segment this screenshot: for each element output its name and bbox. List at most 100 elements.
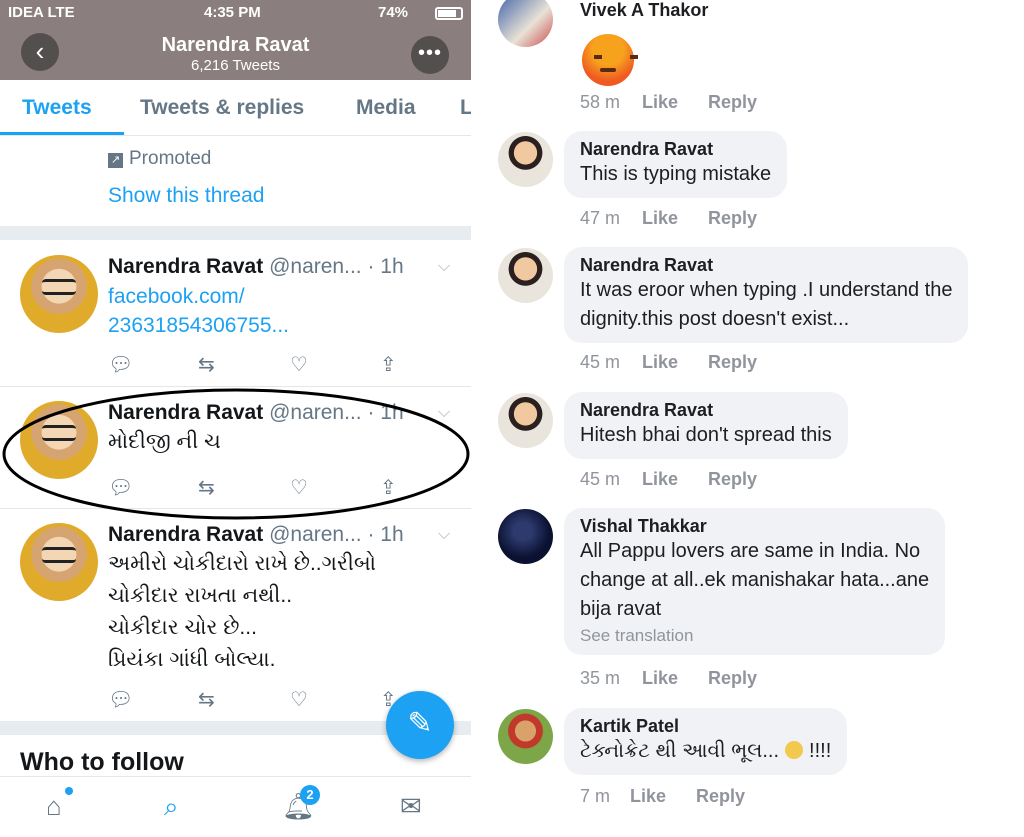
tab-media[interactable]: Media	[356, 96, 416, 120]
tweet[interactable]: Narendra Ravat @naren... · 1h ⌵ મોદીજી ન…	[0, 387, 471, 508]
comment-text: bija ravat	[580, 598, 662, 620]
confused-face-icon	[785, 741, 804, 759]
tweet-text: ચોકીદાર રાખતા નથી..	[108, 584, 293, 607]
avatar[interactable]	[498, 0, 553, 47]
chevron-down-icon[interactable]: ⌵	[438, 526, 450, 544]
like-button[interactable]: Like	[642, 208, 708, 229]
avatar[interactable]	[20, 401, 98, 479]
retweet-icon[interactable]: ⇆	[198, 352, 215, 377]
comment-meta: 45 m Like Reply	[580, 352, 757, 373]
avatar[interactable]	[498, 132, 553, 187]
comment-bubble: Narendra Ravat This is typing mistake	[564, 131, 788, 198]
active-tab-indicator	[0, 132, 124, 135]
heart-icon[interactable]: ♡	[290, 352, 308, 377]
comment-meta: 35 m Like Reply	[580, 668, 757, 689]
comment-author[interactable]: Kartik Patel	[580, 716, 831, 737]
comment-text: All Pappu lovers are same in India. No	[580, 540, 921, 562]
tweet-text: ચોકીદાર ચોર છે...	[108, 616, 257, 639]
share-icon[interactable]: ⇪	[380, 352, 397, 377]
search-icon[interactable]: ⌕	[164, 791, 179, 823]
reply-icon[interactable]: 💬︎	[108, 475, 133, 500]
comment-author[interactable]: Vishal Thakkar	[580, 516, 929, 537]
comment-author[interactable]: Narendra Ravat	[580, 139, 771, 160]
share-icon[interactable]: ⇪	[380, 475, 397, 500]
tweet-actions: 💬︎ ⇆ ♡ ⇪	[108, 475, 408, 499]
facebook-comments-screen: Vivek A Thakor 58 m Like Reply Narendra Ra…	[484, 0, 1024, 837]
tweet[interactable]: Narendra Ravat @naren... · 1h ⌵ facebook…	[0, 240, 471, 386]
comment-bubble: Narendra Ravat It was eroor when typing …	[564, 247, 969, 343]
avatar[interactable]	[498, 509, 553, 564]
tweet-text: પ્રિયંકા ગાંધી બોલ્યા.	[108, 648, 276, 671]
comment-text: change at all..ek manishakar hata...ane	[580, 569, 930, 591]
comment-meta: 45 m Like Reply	[580, 469, 757, 490]
like-button[interactable]: Like	[642, 352, 708, 373]
more-button[interactable]: •••	[411, 36, 449, 74]
tweet-count: 6,216 Tweets	[191, 57, 280, 74]
comment-meta: 7 m Like Reply	[580, 786, 745, 807]
avatar[interactable]	[20, 255, 98, 333]
heart-icon[interactable]: ♡	[290, 687, 308, 712]
comment-time: 7 m	[580, 786, 611, 806]
twitter-profile-screen: IDEA LTE 4:35 PM 74% ‹ Narendra Ravat 6,…	[0, 0, 471, 837]
tweet-author: Narendra Ravat @naren... · 1h	[108, 255, 404, 278]
promoted-text: Promoted	[129, 148, 212, 169]
chevron-down-icon[interactable]: ⌵	[438, 258, 450, 276]
promoted-icon: ↗	[108, 153, 123, 168]
comment-bubble: Narendra Ravat Hitesh bhai don't spread …	[564, 392, 848, 459]
reply-icon[interactable]: 💬︎	[108, 687, 133, 712]
comment-time: 35 m	[580, 668, 621, 688]
see-translation-link[interactable]: See translation	[580, 626, 929, 646]
avatar[interactable]	[20, 523, 98, 601]
comment-meta: 47 m Like Reply	[580, 208, 757, 229]
new-content-dot	[65, 787, 73, 795]
carrier-label: IDEA LTE	[8, 4, 75, 21]
home-icon[interactable]: ⌂	[46, 791, 62, 822]
tweet-link[interactable]: facebook.com/	[108, 282, 245, 311]
comment-author[interactable]: Vivek A Thakor	[580, 0, 708, 21]
comment-time: 45 m	[580, 469, 621, 489]
comment-time: 45 m	[580, 352, 621, 372]
avatar[interactable]	[498, 248, 553, 303]
heart-icon[interactable]: ♡	[290, 475, 308, 500]
comment-text: This is typing mistake	[580, 163, 772, 185]
tab-likes[interactable]: L	[460, 96, 471, 120]
comment: Vivek A Thakor 58 m Like Reply	[484, 0, 1024, 120]
battery-icon	[435, 7, 463, 20]
tweet-actions: 💬︎ ⇆ ♡ ⇪	[108, 352, 408, 376]
bottom-navigation: ⌂ ⌕ 🔔︎ 2 ✉	[0, 776, 471, 837]
tweet-link[interactable]: 23631854306755...	[108, 311, 289, 340]
comment-meta: 58 m Like Reply	[580, 92, 757, 113]
tab-tweets[interactable]: Tweets	[22, 96, 92, 120]
comment-text: dignity.this post doesn't exist...	[580, 308, 850, 330]
avatar[interactable]	[498, 393, 553, 448]
compose-tweet-button[interactable]: ✎	[386, 691, 454, 759]
reply-button[interactable]: Reply	[708, 92, 757, 113]
reply-button[interactable]: Reply	[696, 786, 745, 807]
clock: 4:35 PM	[204, 4, 261, 21]
like-button[interactable]: Like	[642, 668, 708, 689]
chevron-down-icon[interactable]: ⌵	[438, 404, 450, 422]
comment-text: Hitesh bhai don't spread this	[580, 424, 832, 446]
reply-button[interactable]: Reply	[708, 668, 757, 689]
avatar[interactable]	[498, 709, 553, 764]
retweet-icon[interactable]: ⇆	[198, 475, 215, 500]
comment-time: 58 m	[580, 92, 621, 112]
promoted-label: ↗ Promoted	[108, 148, 211, 170]
like-button[interactable]: Like	[642, 469, 708, 490]
reply-button[interactable]: Reply	[708, 469, 757, 490]
battery-percent: 74%	[378, 4, 409, 21]
profile-name: Narendra Ravat	[161, 34, 310, 56]
angry-reaction-icon	[582, 34, 638, 86]
mail-icon[interactable]: ✉	[400, 791, 422, 822]
reply-button[interactable]: Reply	[708, 352, 757, 373]
retweet-icon[interactable]: ⇆	[198, 687, 215, 712]
comment-author[interactable]: Narendra Ravat	[580, 400, 832, 421]
reply-button[interactable]: Reply	[708, 208, 757, 229]
like-button[interactable]: Like	[630, 786, 696, 807]
tweet[interactable]: Narendra Ravat @naren... · 1h ⌵ અમીરો ચો…	[0, 509, 471, 719]
comment-author[interactable]: Narendra Ravat	[580, 255, 952, 276]
show-thread-link[interactable]: Show this thread	[108, 184, 264, 208]
reply-icon[interactable]: 💬︎	[108, 352, 133, 377]
tab-tweets-replies[interactable]: Tweets & replies	[140, 96, 304, 120]
like-button[interactable]: Like	[642, 92, 708, 113]
